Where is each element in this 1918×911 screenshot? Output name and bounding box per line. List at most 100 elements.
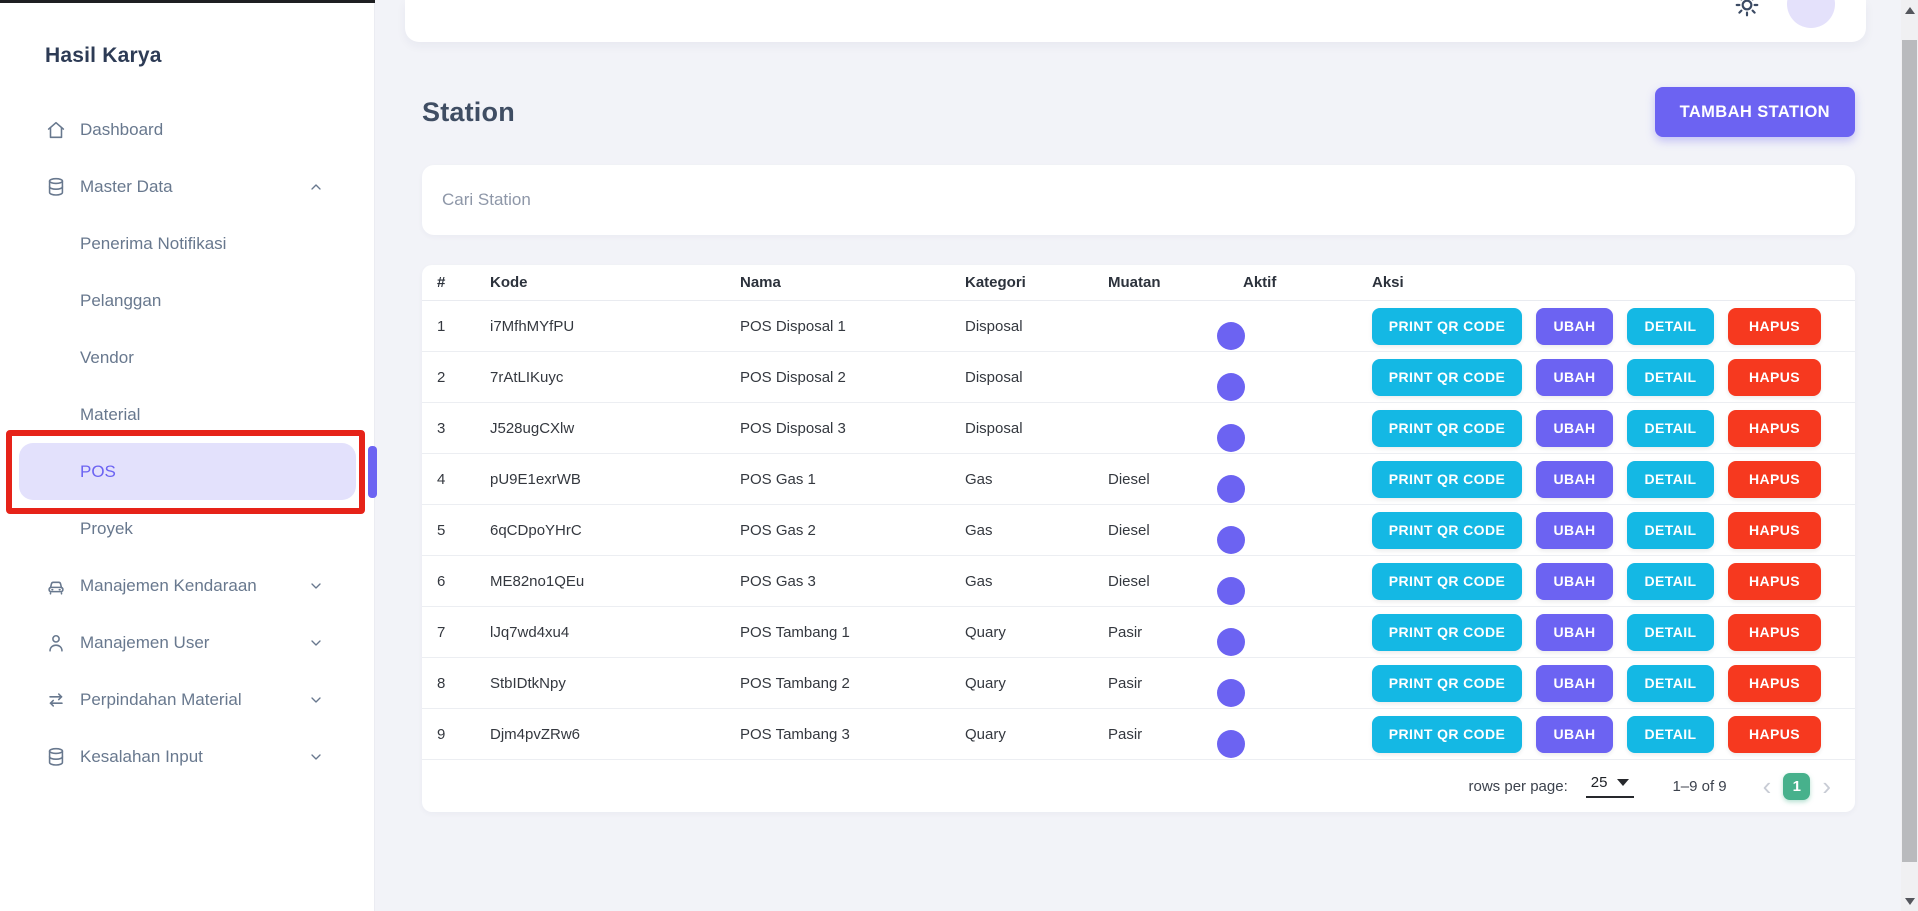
- detail-button[interactable]: DETAIL: [1627, 512, 1714, 549]
- hapus-button[interactable]: HAPUS: [1728, 461, 1821, 498]
- cell-nama: POS Tambang 1: [740, 624, 965, 641]
- detail-button[interactable]: DETAIL: [1627, 665, 1714, 702]
- sidebar: Hasil Karya Dashboard Master Data Peneri…: [0, 0, 375, 911]
- hapus-button[interactable]: HAPUS: [1728, 512, 1821, 549]
- cell-nama: POS Gas 1: [740, 471, 965, 488]
- user-icon: [45, 632, 67, 654]
- cell-no: 7: [437, 624, 490, 641]
- sidebar-item-label: Kesalahan Input: [80, 747, 203, 767]
- hapus-button[interactable]: HAPUS: [1728, 614, 1821, 651]
- active-item-pill[interactable]: POS: [19, 443, 356, 500]
- detail-button[interactable]: DETAIL: [1627, 359, 1714, 396]
- sidebar-item-manajemen-user[interactable]: Manajemen User: [0, 614, 374, 671]
- sidebar-item-label: Pelanggan: [80, 291, 161, 311]
- hapus-button[interactable]: HAPUS: [1728, 308, 1821, 345]
- print-qr-code-button[interactable]: PRINT QR CODE: [1372, 410, 1522, 447]
- next-page-chevron[interactable]: ›: [1820, 773, 1833, 799]
- rows-per-page-select[interactable]: 25: [1586, 774, 1635, 798]
- sidebar-item-manajemen-kendaraan[interactable]: Manajemen Kendaraan: [0, 557, 374, 614]
- cell-kode: J528ugCXlw: [490, 420, 740, 437]
- print-qr-code-button[interactable]: PRINT QR CODE: [1372, 665, 1522, 702]
- print-qr-code-button[interactable]: PRINT QR CODE: [1372, 614, 1522, 651]
- app-screen: Hasil Karya Dashboard Master Data Peneri…: [0, 0, 1918, 911]
- top-navbar: [405, 0, 1866, 42]
- pagination-range: 1–9 of 9: [1672, 778, 1726, 795]
- cell-kode: ME82no1QEu: [490, 573, 740, 590]
- table-row: 7 lJq7wd4xu4 POS Tambang 1 Quary Pasir P…: [422, 607, 1855, 658]
- ubah-button[interactable]: UBAH: [1536, 359, 1613, 396]
- sidebar-item-proyek[interactable]: Proyek: [0, 500, 374, 557]
- cell-kode: StbIDtkNpy: [490, 675, 740, 692]
- print-qr-code-button[interactable]: PRINT QR CODE: [1372, 308, 1522, 345]
- sidebar-item-master-data[interactable]: Master Data: [0, 158, 374, 215]
- sidebar-item-kesalahan-input[interactable]: Kesalahan Input: [0, 728, 374, 785]
- hapus-button[interactable]: HAPUS: [1728, 410, 1821, 447]
- sidebar-item-label: Perpindahan Material: [80, 690, 242, 710]
- rows-per-page-value: 25: [1591, 774, 1608, 791]
- sidebar-item-perpindahan-material[interactable]: Perpindahan Material: [0, 671, 374, 728]
- detail-button[interactable]: DETAIL: [1627, 461, 1714, 498]
- station-table: # Kode Nama Kategori Muatan Aktif Aksi 1…: [422, 265, 1855, 812]
- previous-page-chevron[interactable]: ‹: [1761, 773, 1774, 799]
- print-qr-code-button[interactable]: PRINT QR CODE: [1372, 716, 1522, 753]
- ubah-button[interactable]: UBAH: [1536, 614, 1613, 651]
- ubah-button[interactable]: UBAH: [1536, 716, 1613, 753]
- toggle-knob: [1217, 373, 1245, 401]
- transfer-icon: [45, 689, 67, 711]
- cell-no: 9: [437, 726, 490, 743]
- ubah-button[interactable]: UBAH: [1536, 512, 1613, 549]
- cell-nama: POS Gas 3: [740, 573, 965, 590]
- theme-sun-icon[interactable]: [1734, 0, 1760, 18]
- chevron-up-icon: [308, 179, 324, 195]
- hapus-button[interactable]: HAPUS: [1728, 359, 1821, 396]
- cell-no: 2: [437, 369, 490, 386]
- detail-button[interactable]: DETAIL: [1627, 716, 1714, 753]
- scrollbar-up-arrow[interactable]: [1901, 2, 1918, 18]
- sidebar-item-dashboard[interactable]: Dashboard: [0, 101, 374, 158]
- ubah-button[interactable]: UBAH: [1536, 665, 1613, 702]
- print-qr-code-button[interactable]: PRINT QR CODE: [1372, 461, 1522, 498]
- cell-no: 3: [437, 420, 490, 437]
- tambah-station-button[interactable]: TAMBAH STATION: [1655, 87, 1855, 137]
- search-input[interactable]: [422, 165, 1855, 235]
- scrollbar-thumb[interactable]: [1902, 40, 1917, 862]
- search-card: [422, 165, 1855, 235]
- hapus-button[interactable]: HAPUS: [1728, 563, 1821, 600]
- cell-kategori: Disposal: [965, 420, 1108, 437]
- print-qr-code-button[interactable]: PRINT QR CODE: [1372, 359, 1522, 396]
- sidebar-item-pelanggan[interactable]: Pelanggan: [0, 272, 374, 329]
- screen-top-edge: [0, 0, 375, 3]
- detail-button[interactable]: DETAIL: [1627, 308, 1714, 345]
- hapus-button[interactable]: HAPUS: [1728, 716, 1821, 753]
- user-avatar[interactable]: [1787, 0, 1835, 28]
- detail-button[interactable]: DETAIL: [1627, 410, 1714, 447]
- cell-kategori: Gas: [965, 522, 1108, 539]
- sidebar-item-penerima-notifikasi[interactable]: Penerima Notifikasi: [0, 215, 374, 272]
- print-qr-code-button[interactable]: PRINT QR CODE: [1372, 512, 1522, 549]
- table-row: 8 StbIDtkNpy POS Tambang 2 Quary Pasir P…: [422, 658, 1855, 709]
- sidebar-item-material[interactable]: Material: [0, 386, 374, 443]
- ubah-button[interactable]: UBAH: [1536, 410, 1613, 447]
- cell-kategori: Quary: [965, 675, 1108, 692]
- detail-button[interactable]: DETAIL: [1627, 614, 1714, 651]
- sidebar-item-pos-active[interactable]: POS: [0, 443, 374, 500]
- toggle-knob: [1217, 424, 1245, 452]
- cell-kode: 7rAtLIKuyc: [490, 369, 740, 386]
- sidebar-item-vendor[interactable]: Vendor: [0, 329, 374, 386]
- hapus-button[interactable]: HAPUS: [1728, 665, 1821, 702]
- chevron-down-icon: [308, 635, 324, 651]
- toggle-knob: [1217, 628, 1245, 656]
- ubah-button[interactable]: UBAH: [1536, 461, 1613, 498]
- sidebar-nav: Dashboard Master Data Penerima Notifikas…: [0, 101, 374, 785]
- scrollbar-down-arrow[interactable]: [1901, 893, 1918, 909]
- toggle-knob: [1217, 475, 1245, 503]
- ubah-button[interactable]: UBAH: [1536, 563, 1613, 600]
- toggle-knob: [1217, 526, 1245, 554]
- home-icon: [45, 119, 67, 141]
- rows-per-page-label: rows per page:: [1469, 778, 1568, 795]
- ubah-button[interactable]: UBAH: [1536, 308, 1613, 345]
- table-row: 9 Djm4pvZRw6 POS Tambang 3 Quary Pasir P…: [422, 709, 1855, 760]
- current-page-button[interactable]: 1: [1783, 773, 1810, 800]
- print-qr-code-button[interactable]: PRINT QR CODE: [1372, 563, 1522, 600]
- detail-button[interactable]: DETAIL: [1627, 563, 1714, 600]
